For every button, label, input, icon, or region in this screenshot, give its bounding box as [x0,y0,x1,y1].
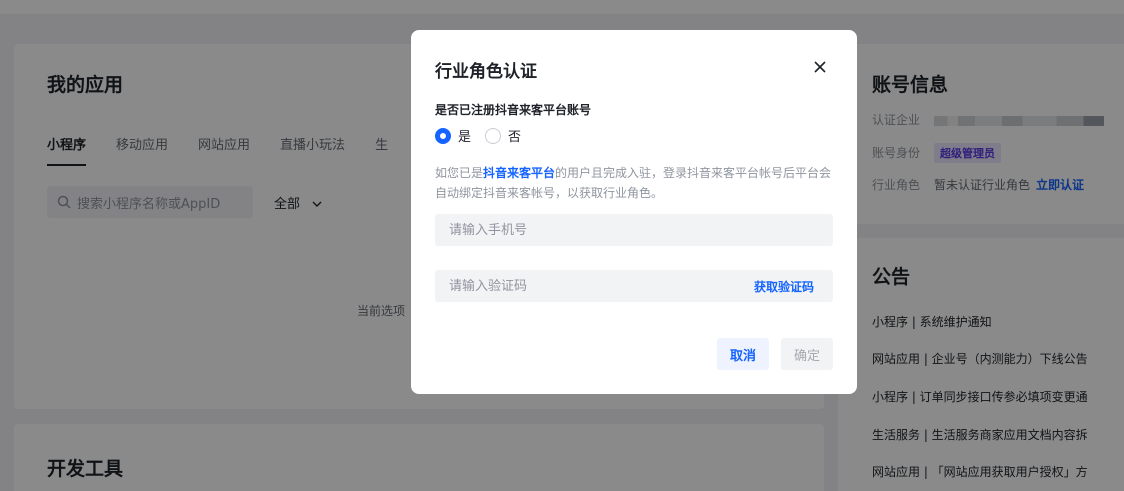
radio-yes-label: 是 [458,130,472,145]
dialog-description: 如您已是抖音来客平台的用户且完成入驻，登录抖音来客平台帐号后平台会自动绑定抖音来… [435,163,835,203]
radio-no[interactable]: 否 [485,126,521,145]
registered-radio-group: 是 否 [435,126,535,145]
confirm-button[interactable]: 确定 [781,338,833,370]
phone-input[interactable] [435,214,833,246]
desc-platform-link[interactable]: 抖音来客平台 [483,166,555,180]
get-code-button[interactable]: 获取验证码 [754,278,814,295]
radio-yes-dot[interactable] [435,127,451,144]
dialog-title: 行业角色认证 [435,62,537,82]
desc-prefix: 如您已是 [435,166,484,180]
close-icon[interactable] [811,58,829,76]
radio-yes[interactable]: 是 [435,126,471,145]
cancel-button[interactable]: 取消 [717,338,769,370]
registered-question: 是否已注册抖音来客平台账号 [435,103,592,117]
radio-no-dot[interactable] [485,127,502,144]
radio-no-label: 否 [508,130,522,145]
industry-role-dialog: 行业角色认证 是否已注册抖音来客平台账号 是 否 如您已是抖音来客平台的用户且完… [411,30,857,394]
